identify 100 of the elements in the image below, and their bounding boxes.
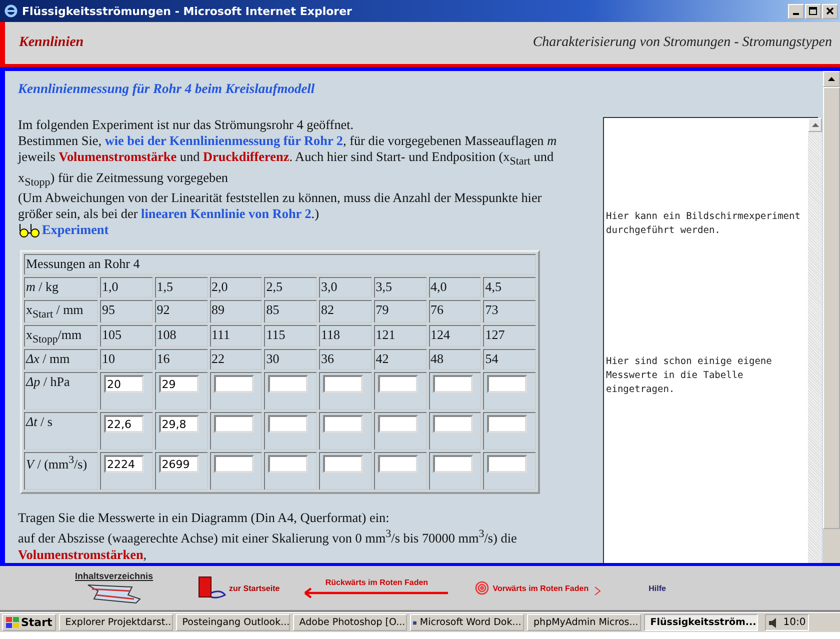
table-cell: 95 <box>100 300 153 323</box>
table-cell: 30 <box>264 349 317 370</box>
table-cell: 79 <box>374 300 426 323</box>
input-field[interactable] <box>214 375 254 394</box>
table-cell: 85 <box>264 300 317 323</box>
experiment-link[interactable]: Experiment <box>42 222 109 238</box>
table-cell: 54 <box>483 349 536 370</box>
spiral-icon <box>474 580 490 596</box>
row-label: x$_{Stopp}$/mm <box>24 324 98 348</box>
maximize-button[interactable] <box>805 4 821 18</box>
table-cell: 16 <box>154 349 208 370</box>
input-field[interactable]: 22,6 <box>104 415 144 434</box>
table-cell: 111 <box>210 324 262 348</box>
glasses-icon <box>18 222 40 238</box>
close-icon <box>825 6 835 16</box>
scroll-up-button[interactable] <box>823 71 840 87</box>
windows-logo-icon <box>6 616 19 628</box>
taskbar-button[interactable]: Microsoft Word Dok... <box>410 614 524 631</box>
input-field[interactable] <box>323 415 363 434</box>
taskbar-button[interactable]: Adobe Photoshop [O... <box>293 614 408 631</box>
table-cell: 48 <box>428 349 482 370</box>
row-label: Δp / hPa <box>24 372 98 410</box>
row-label: x$_{Start}$ / mm <box>24 300 98 323</box>
table-cell: 127 <box>483 324 536 348</box>
nav-link[interactable]: Vorwärts im Roten Faden <box>474 580 601 596</box>
start-button[interactable]: Start <box>2 614 56 631</box>
input-field[interactable] <box>378 455 418 474</box>
text-link[interactable]: linearen Kennlinie von Rohr 2 <box>141 206 312 222</box>
table-cell: 2,0 <box>210 277 262 298</box>
table-cell: 118 <box>319 324 372 348</box>
row-label: Δt / s <box>24 412 98 450</box>
table-cell: 105 <box>100 324 153 348</box>
table-cell: 1,0 <box>100 277 153 298</box>
table-cell: 124 <box>428 324 482 348</box>
maximize-icon <box>808 6 818 16</box>
table-cell: 1,5 <box>154 277 208 298</box>
window-title: Flüssigkeitsströmungen - Microsoft Internet Explorer <box>22 4 353 18</box>
paragraph: Im folgenden Experiment ist nur das Strömungsrohr 4 geöffnet. <box>18 117 355 133</box>
table-cell: 2,5 <box>264 277 317 298</box>
nav-link[interactable]: Inhaltsverzeichnis <box>75 571 154 605</box>
input-field[interactable] <box>487 415 528 434</box>
nav-link[interactable]: Rückwärts im Roten Faden <box>302 578 452 598</box>
table-cell: 4,0 <box>428 277 482 298</box>
input-field[interactable] <box>487 455 528 474</box>
up-arrow-icon <box>812 123 818 127</box>
taskbar-button[interactable]: Posteingang Outlook... <box>176 614 290 631</box>
paragraph: auf der Abszisse (waagerechte Achse) mit einer Skalierung von 0 mm$^{3}$/s bis 70000 mm$^{3}$/s) die Volumenstromstärken, <box>18 527 518 563</box>
topic-title: Charakterisierung von Stromungen - Stromungstypen <box>532 35 832 51</box>
input-field[interactable] <box>378 375 418 394</box>
row-label: V / (mm$^{3}$/s) <box>24 452 98 490</box>
browser-icon <box>4 4 18 18</box>
taskbar-button[interactable]: phpMyAdmin Micros... <box>527 614 642 631</box>
table-caption: Messungen an Rohr 4 <box>24 254 536 276</box>
nav-link[interactable]: Hilfe <box>648 584 666 592</box>
table-cell: 10 <box>100 349 153 370</box>
table-cell: 82 <box>319 300 372 323</box>
taskbar-button[interactable]: Flüssigkeitsström... <box>644 614 758 631</box>
input-field[interactable]: 2699 <box>158 455 199 474</box>
section-title: Kennlinien <box>19 35 84 51</box>
page-heading: Kennlinienmessung für Rohr 4 beim Kreislaufmodell <box>18 81 316 97</box>
table-cell: 73 <box>483 300 536 323</box>
input-field[interactable]: 29,8 <box>158 415 199 434</box>
chevron-icon <box>594 586 601 596</box>
table-cell: 89 <box>210 300 262 323</box>
input-field[interactable]: 20 <box>104 375 144 394</box>
input-field[interactable]: 2224 <box>104 455 144 474</box>
table-cell: 36 <box>319 349 372 370</box>
minimize-button[interactable] <box>788 4 804 18</box>
input-field[interactable] <box>214 455 254 474</box>
close-button[interactable] <box>822 4 838 18</box>
table-cell: 115 <box>264 324 317 348</box>
input-field[interactable] <box>323 375 363 394</box>
input-field[interactable] <box>214 415 254 434</box>
table-cell: 76 <box>428 300 482 323</box>
table-cell: 92 <box>154 300 208 323</box>
paragraph: Bestimmen Sie, wie bei der Kennlinienmessung für Rohr 2, für die vorgegebenen Masseauflagen m jeweils Volumenstromstärke und Druckdifferenz. Auch hier sind Start- und Endposition (x$_{Start}$ und x$_{Stopp}$) für die Zeitmessung vorgegeben <box>18 133 558 190</box>
input-field[interactable] <box>268 375 308 394</box>
input-field[interactable] <box>378 415 418 434</box>
input-field[interactable] <box>432 415 472 434</box>
input-field[interactable] <box>323 455 363 474</box>
paragraph: (Um Abweichungen von der Linearität feststellen zu können, muss die Anzahl der Messpunkte hier größer sein, als bei der linearen Kennlinie von Rohr 2.) <box>18 190 543 222</box>
table-cell: 3,5 <box>374 277 426 298</box>
input-field[interactable] <box>268 415 308 434</box>
text-link[interactable]: wie bei der Kennlinienmessung für Rohr 2 <box>104 133 343 148</box>
row-label: m / kg <box>24 277 98 298</box>
panel-note: Hier sind schon einige eigene Messwerte in die Tabelle eingetragen. <box>606 355 773 397</box>
table-cell: 42 <box>374 349 426 370</box>
table-cell: 108 <box>154 324 208 348</box>
input-field[interactable] <box>487 375 528 394</box>
input-field[interactable] <box>432 375 472 394</box>
panel-note: Hier kann ein Bildschirmexperiment durchgeführt werden. <box>606 210 802 238</box>
taskbar-button[interactable]: Explorer Projektdarst... <box>59 614 174 631</box>
table-cell: 22 <box>210 349 262 370</box>
nav-link[interactable]: zur Startseite <box>197 575 280 601</box>
clock: 10:0 <box>783 617 806 628</box>
input-field[interactable] <box>432 455 472 474</box>
up-arrow-icon <box>828 77 835 81</box>
input-field[interactable] <box>268 455 308 474</box>
input-field[interactable]: 29 <box>158 375 199 394</box>
minimize-icon <box>793 12 799 14</box>
